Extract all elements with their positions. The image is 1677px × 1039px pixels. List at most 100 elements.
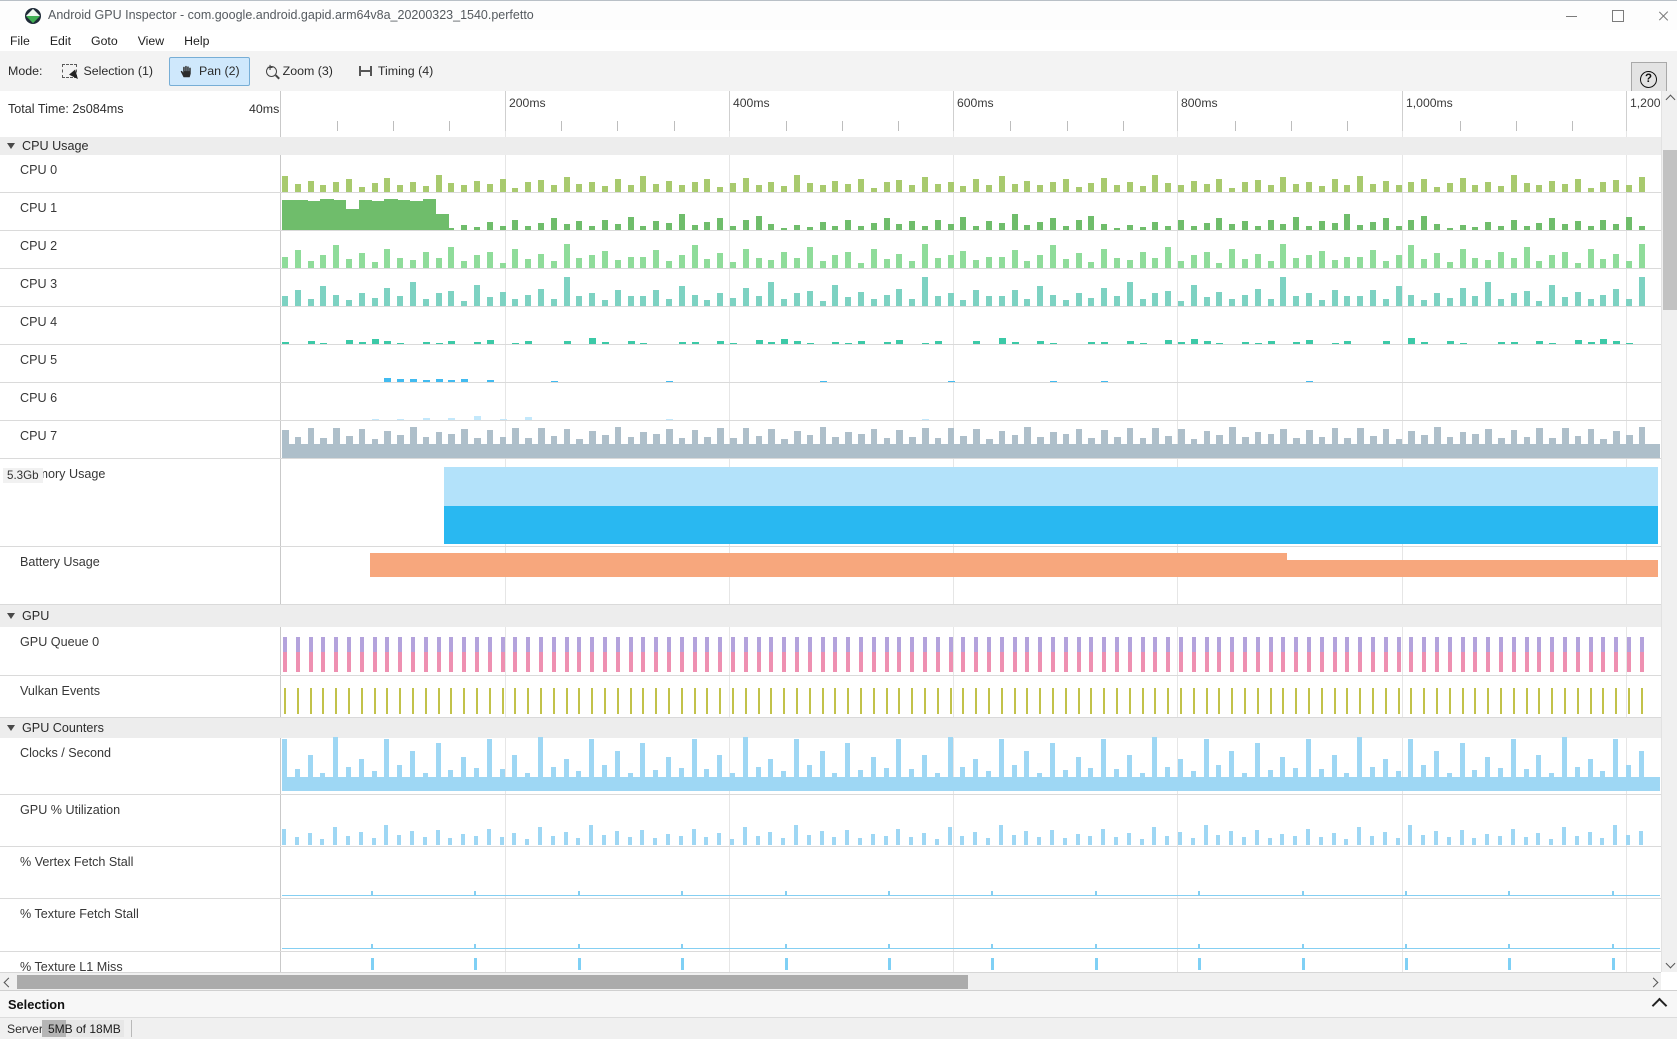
track-chart-gpu-utilization[interactable] — [280, 795, 1661, 846]
usage-bar — [551, 218, 557, 230]
track-chart-gpu-queue-0[interactable] — [280, 627, 1661, 675]
track-row-cpu-0[interactable]: CPU 0 — [0, 155, 1661, 193]
track-row-cpu-1[interactable]: CPU 1 — [0, 193, 1661, 231]
track-label[interactable]: CPU 1 — [20, 201, 57, 215]
timeline-ruler[interactable]: Total Time: 2s084ms 40ms 200ms400ms600ms… — [0, 91, 1677, 132]
track-row-vertex-fetch-stall[interactable]: % Vertex Fetch Stall — [0, 847, 1661, 899]
counter-spike — [743, 827, 747, 845]
track-row-cpu-7[interactable]: CPU 7 — [0, 421, 1661, 459]
usage-bar — [640, 343, 647, 344]
track-chart-cpu-0[interactable] — [280, 155, 1661, 192]
track-row-texture-l1-miss[interactable]: % Texture L1 Miss — [0, 952, 1661, 972]
mode-button-zoom[interactable]: Zoom (3) — [256, 57, 343, 85]
track-label[interactable]: Clocks / Second — [20, 746, 111, 760]
track-row-cpu-5[interactable]: CPU 5 — [0, 345, 1661, 383]
usage-bar — [384, 341, 391, 344]
track-chart-texture-fetch-stall[interactable] — [280, 899, 1661, 951]
track-row-vulkan-events[interactable]: Vulkan Events — [0, 676, 1661, 718]
track-chart-texture-l1-miss[interactable] — [280, 952, 1661, 972]
mode-button-pan[interactable]: Pan (2) — [169, 57, 250, 86]
counter-spike — [1216, 765, 1221, 791]
track-label[interactable]: CPU 4 — [20, 315, 57, 329]
usage-bar — [410, 182, 416, 192]
counter-spike — [794, 739, 799, 791]
track-label[interactable]: % Texture L1 Miss — [20, 960, 123, 972]
chevron-up-icon[interactable] — [1652, 998, 1668, 1014]
track-row-cpu-6[interactable]: CPU 6 — [0, 383, 1661, 421]
track-row-cpu-3[interactable]: CPU 3 — [0, 269, 1661, 307]
usage-bar — [986, 221, 992, 230]
track-label[interactable]: CPU 3 — [20, 277, 57, 291]
vertical-scrollbar[interactable] — [1661, 91, 1677, 972]
scroll-left-button[interactable] — [0, 973, 16, 991]
track-row-battery-usage[interactable]: Battery Usage — [0, 547, 1661, 605]
track-label[interactable]: CPU 5 — [20, 353, 57, 367]
horizontal-scroll-thumb[interactable] — [17, 975, 968, 989]
mode-button-timing[interactable]: Timing (4) — [349, 57, 443, 85]
track-label[interactable]: % Vertex Fetch Stall — [20, 855, 133, 869]
timeline-tracks[interactable]: CPU Usage CPU 0 CPU 1 CPU 2 CPU 3 CPU 4 CPU 5 C… — [0, 131, 1661, 972]
scroll-right-button[interactable] — [1645, 973, 1661, 991]
menu-item-goto[interactable]: Goto — [81, 32, 128, 50]
vertical-scroll-thumb[interactable] — [1663, 150, 1677, 310]
track-row-clocks-second[interactable]: Clocks / Second — [0, 738, 1661, 795]
track-label[interactable]: GPU Queue 0 — [20, 635, 99, 649]
scroll-up-button[interactable] — [1662, 91, 1677, 108]
menu-item-view[interactable]: View — [128, 32, 174, 50]
usage-bar — [423, 437, 430, 458]
track-chart-cpu-1[interactable] — [280, 193, 1661, 230]
track-label[interactable]: CPU 0 — [20, 163, 57, 177]
track-row-gpu-utilization[interactable]: GPU % Utilization — [0, 795, 1661, 847]
track-row-cpu-2[interactable]: CPU 2 — [0, 231, 1661, 269]
mode-button-selection[interactable]: Selection (1) — [52, 57, 163, 85]
track-row-texture-fetch-stall[interactable]: % Texture Fetch Stall — [0, 899, 1661, 952]
counter-line-tick — [474, 891, 476, 896]
usage-bar — [1306, 226, 1312, 230]
track-label[interactable]: GPU % Utilization — [20, 803, 120, 817]
track-chart-cpu-6[interactable] — [280, 383, 1661, 420]
track-row-memory-usage[interactable]: Memory Usage5.3Gb — [0, 459, 1661, 547]
track-chart-cpu-7[interactable] — [280, 421, 1661, 458]
usage-bar — [525, 295, 531, 306]
usage-bar — [384, 249, 390, 268]
track-chart-cpu-5[interactable] — [280, 345, 1661, 382]
track-chart-cpu-2[interactable] — [280, 231, 1661, 268]
track-chart-vulkan-events[interactable] — [280, 676, 1661, 717]
menu-item-help[interactable]: Help — [174, 32, 219, 50]
track-label[interactable]: CPU 2 — [20, 239, 57, 253]
track-label[interactable]: CPU 6 — [20, 391, 57, 405]
usage-bar — [372, 439, 379, 458]
track-chart-clocks-second[interactable] — [280, 738, 1661, 794]
menu-item-edit[interactable]: Edit — [40, 32, 81, 50]
track-chart-cpu-3[interactable] — [280, 269, 1661, 306]
horizontal-scrollbar[interactable] — [0, 972, 1661, 991]
maximize-button[interactable] — [1594, 1, 1640, 31]
section-header-cpu-usage[interactable]: CPU Usage — [0, 137, 1661, 155]
track-label[interactable]: Battery Usage — [20, 555, 100, 569]
track-label[interactable]: % Texture Fetch Stall — [20, 907, 139, 921]
track-chart-vertex-fetch-stall[interactable] — [280, 847, 1661, 898]
gpu-queue-slice-bottom — [693, 652, 697, 672]
track-chart-battery-usage[interactable] — [280, 547, 1661, 604]
vulkan-event-tick — [796, 688, 798, 714]
track-label[interactable]: CPU 7 — [20, 429, 57, 443]
section-header-gpu[interactable]: GPU — [0, 605, 1661, 627]
gpu-queue-slice-top — [859, 637, 863, 652]
usage-bar — [756, 185, 762, 192]
track-row-cpu-4[interactable]: CPU 4 — [0, 307, 1661, 345]
close-button[interactable] — [1640, 1, 1677, 31]
collapse-arrow-icon[interactable] — [7, 725, 15, 731]
scroll-down-button[interactable] — [1662, 955, 1677, 972]
section-header-gpu-counters[interactable]: GPU Counters — [0, 718, 1661, 738]
track-chart-memory-usage[interactable] — [280, 459, 1661, 546]
collapse-arrow-icon[interactable] — [7, 613, 15, 619]
menu-item-file[interactable]: File — [0, 32, 40, 50]
minimize-button[interactable] — [1548, 1, 1594, 31]
track-chart-cpu-4[interactable] — [280, 307, 1661, 344]
usage-bar — [1140, 299, 1146, 306]
collapse-arrow-icon[interactable] — [7, 143, 15, 149]
track-label[interactable]: Vulkan Events — [20, 684, 100, 698]
usage-bar — [832, 181, 838, 192]
selection-panel-header[interactable]: Selection — [0, 990, 1677, 1019]
track-row-gpu-queue-0[interactable]: GPU Queue 0 — [0, 627, 1661, 676]
